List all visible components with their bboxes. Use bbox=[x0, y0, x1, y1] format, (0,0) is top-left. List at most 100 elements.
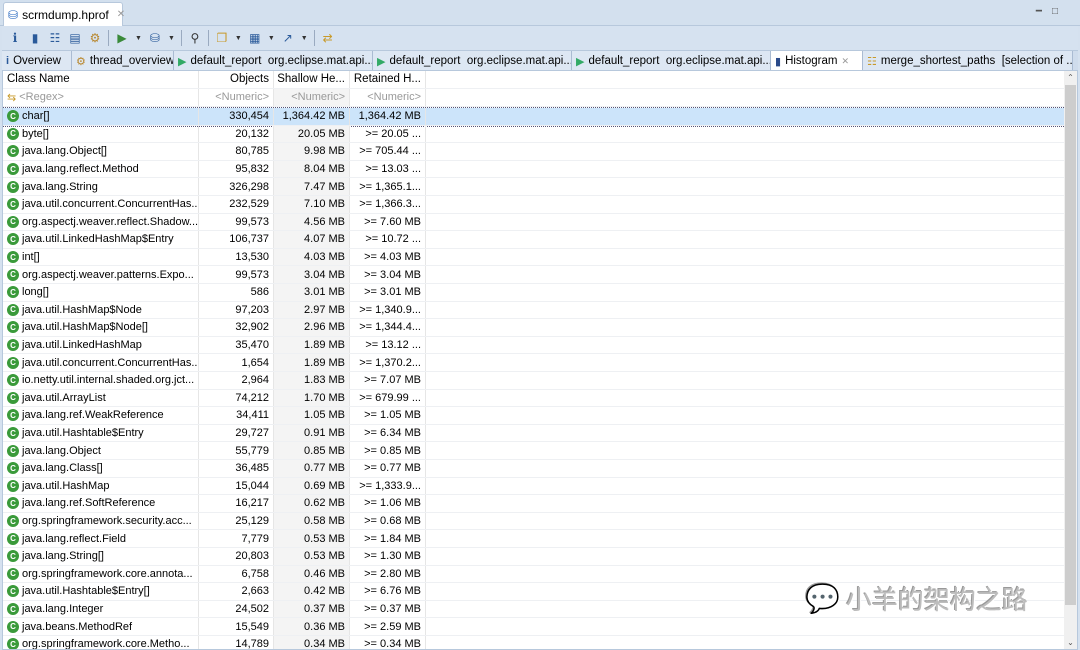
table-row[interactable]: Cjava.util.concurrent.ConcurrentHas... 1,… bbox=[3, 354, 1065, 372]
class-icon: C bbox=[7, 374, 19, 387]
group-by-icon[interactable]: ❐ bbox=[215, 31, 229, 45]
close-icon[interactable]: ✕ bbox=[117, 9, 125, 20]
chevron-down-icon[interactable]: ▼ bbox=[268, 35, 275, 42]
separator bbox=[180, 30, 182, 46]
cell-text: 13,530 bbox=[235, 251, 269, 264]
table-row[interactable]: Cjava.lang.String 326,298 7.47 MB >= 1,365.… bbox=[3, 178, 1065, 196]
table-row[interactable]: Cint[] 13,530 4.03 MB >= 4.03 MB bbox=[3, 248, 1065, 267]
table-row[interactable]: Cjava.beans.MethodRef 15,549 0.36 MB >= 2.5… bbox=[3, 618, 1065, 636]
dominator-tree-icon[interactable]: ☷ bbox=[48, 31, 62, 45]
chevron-down-icon[interactable]: ▼ bbox=[235, 35, 242, 42]
retained-heap-cell: >= 1,340.9... bbox=[350, 301, 426, 319]
table-row[interactable]: Cjava.lang.ref.SoftReference 16,217 0.62 M… bbox=[3, 495, 1065, 513]
tab-default-report-1[interactable]: ▶ default_report org.eclipse.mat.api... bbox=[174, 51, 373, 71]
column-header-class-name[interactable]: Class Name bbox=[3, 71, 199, 88]
close-icon[interactable]: ✕ bbox=[841, 56, 849, 67]
shallow-heap-cell: 3.04 MB bbox=[274, 266, 350, 283]
cell-text: java.lang.Class[] bbox=[22, 462, 103, 475]
chevron-down-icon[interactable]: ▼ bbox=[301, 35, 308, 42]
table-row[interactable]: Cjava.util.LinkedHashMap$Entry 106,737 4.0… bbox=[3, 231, 1065, 249]
class-icon: C bbox=[7, 620, 19, 633]
histogram-icon[interactable]: ▮ bbox=[28, 31, 42, 45]
table-row[interactable]: Cchar[] 330,454 1,364.42 MB 1,364.42 MB bbox=[3, 107, 1066, 127]
objects-cell: 586 bbox=[199, 284, 274, 301]
shallow-heap-cell: 7.47 MB bbox=[274, 178, 350, 195]
table-row[interactable]: Cjava.lang.ref.WeakReference 34,411 1.05 M… bbox=[3, 407, 1065, 425]
tab-merge-shortest-paths[interactable]: ☷ merge_shortest_paths [selection of ... bbox=[863, 51, 1073, 71]
retained-heap-cell: >= 679.99 ... bbox=[350, 389, 426, 407]
separator bbox=[108, 30, 109, 46]
scroll-up-icon[interactable]: ⌃ bbox=[1064, 73, 1077, 82]
cell-text: java.lang.String bbox=[22, 180, 98, 193]
class-name-cell: Cjava.lang.Class[] bbox=[3, 460, 199, 477]
export-icon[interactable]: ↗ bbox=[281, 31, 295, 45]
filter-row: ⇆ <Regex> <Numeric> <Numeric> <Numeric> bbox=[3, 89, 1065, 107]
table-row[interactable]: Cjava.lang.Object[] 80,785 9.98 MB >= 705.4… bbox=[3, 143, 1065, 161]
shallow-heap-cell: 4.56 MB bbox=[274, 213, 350, 231]
tab-label: thread_overview bbox=[89, 55, 174, 67]
table-row[interactable]: Clong[] 586 3.01 MB >= 3.01 MB bbox=[3, 284, 1065, 302]
chevron-down-icon[interactable]: ▼ bbox=[168, 35, 175, 42]
thread-gear-icon[interactable]: ⚙ bbox=[88, 31, 102, 45]
table-row[interactable]: Cjava.util.ArrayList 74,212 1.70 MB >= 679.… bbox=[3, 389, 1065, 408]
tab-default-report-2[interactable]: ▶ default_report org.eclipse.mat.api... bbox=[373, 51, 572, 71]
file-tab[interactable]: ⛁ scrmdump.hprof ✕ bbox=[3, 2, 125, 26]
objects-cell: 24,502 bbox=[199, 600, 274, 618]
maximize-button[interactable]: □ bbox=[1052, 6, 1058, 17]
shallow-heap-filter[interactable]: <Numeric> bbox=[274, 89, 350, 106]
table-row[interactable]: Cjava.lang.Class[] 36,485 0.77 MB >= 0.77 M… bbox=[3, 460, 1065, 478]
cell-text: 1,364.42 MB bbox=[358, 110, 421, 123]
tab-histogram[interactable]: ▮ Histogram ✕ bbox=[771, 51, 863, 71]
info-icon[interactable]: i bbox=[8, 31, 22, 45]
shallow-heap-cell: 0.53 MB bbox=[274, 548, 350, 565]
table-row[interactable]: Corg.aspectj.weaver.reflect.Shadow... 99,… bbox=[3, 213, 1065, 232]
scrollbar-thumb[interactable] bbox=[1065, 85, 1076, 605]
scroll-down-icon[interactable]: ⌄ bbox=[1064, 638, 1077, 647]
calculator-icon[interactable]: ▦ bbox=[248, 31, 262, 45]
retained-heap-filter[interactable]: <Numeric> bbox=[350, 89, 426, 106]
table-row[interactable]: Cjava.lang.Object 55,779 0.85 MB >= 0.85 MB bbox=[3, 442, 1065, 460]
cell-text: >= 705.44 ... bbox=[359, 145, 421, 158]
compare-icon[interactable]: ⇄ bbox=[321, 31, 335, 45]
query-browser-icon[interactable]: ⛁ bbox=[148, 31, 162, 45]
minimize-button[interactable]: ━ bbox=[1036, 6, 1042, 17]
cell-text: 9.98 MB bbox=[304, 145, 345, 158]
tab-default-report-3[interactable]: ▶ default_report org.eclipse.mat.api... bbox=[572, 51, 771, 71]
run-report-icon[interactable]: ▶ bbox=[115, 31, 129, 45]
objects-cell: 6,758 bbox=[199, 565, 274, 583]
objects-filter[interactable]: <Numeric> bbox=[199, 89, 274, 106]
table-row[interactable]: Cjava.util.LinkedHashMap 35,470 1.89 MB >= … bbox=[3, 336, 1065, 355]
table-row[interactable]: Cjava.util.Hashtable$Entry 29,727 0.91 MB >… bbox=[3, 424, 1065, 443]
cell-text: >= 1,340.9... bbox=[359, 303, 421, 316]
cell-text: java.util.HashMap$Node bbox=[22, 303, 142, 316]
table-row[interactable]: Cjava.util.HashMap$Node 97,203 2.97 MB >= 1… bbox=[3, 301, 1065, 320]
objects-cell: 106,737 bbox=[199, 231, 274, 248]
table-row[interactable]: Cbyte[] 20,132 20.05 MB >= 20.05 ... bbox=[3, 125, 1065, 144]
oql-icon[interactable]: ▤ bbox=[68, 31, 82, 45]
chevron-down-icon[interactable]: ▼ bbox=[135, 35, 142, 42]
objects-cell: 232,529 bbox=[199, 196, 274, 213]
objects-cell: 15,044 bbox=[199, 477, 274, 495]
vertical-scrollbar[interactable]: ⌃ ⌄ bbox=[1064, 71, 1077, 649]
column-header-retained-heap[interactable]: Retained H... bbox=[350, 71, 426, 88]
table-row[interactable]: Corg.springframework.security.acc... 25,1… bbox=[3, 512, 1065, 531]
table-row[interactable]: Cjava.lang.reflect.Method 95,832 8.04 MB >=… bbox=[3, 160, 1065, 179]
column-header-shallow-heap[interactable]: Shallow He... bbox=[274, 71, 350, 88]
table-row[interactable]: Corg.springframework.core.Metho... 14,789… bbox=[3, 636, 1065, 649]
table-row[interactable]: Cjava.util.HashMap$Node[] 32,902 2.96 MB >=… bbox=[3, 319, 1065, 337]
table-row[interactable]: Cjava.lang.reflect.Field 7,779 0.53 MB >= 1… bbox=[3, 530, 1065, 548]
class-icon: C bbox=[7, 391, 19, 404]
class-name-filter[interactable]: ⇆ <Regex> bbox=[3, 89, 199, 106]
column-header-objects[interactable]: Objects bbox=[199, 71, 274, 88]
table-row[interactable]: Corg.aspectj.weaver.patterns.Expo... 99,5… bbox=[3, 266, 1065, 284]
table-row[interactable]: Cio.netty.util.internal.shaded.org.jct..… bbox=[3, 372, 1065, 390]
search-icon[interactable]: ⚲ bbox=[188, 31, 202, 45]
class-name-cell: Cjava.lang.reflect.Field bbox=[3, 530, 199, 547]
class-name-cell: Cchar[] bbox=[3, 108, 199, 125]
class-icon: C bbox=[7, 479, 19, 492]
table-row[interactable]: Cjava.util.concurrent.ConcurrentHas... 23… bbox=[3, 196, 1065, 214]
table-row[interactable]: Cjava.util.HashMap 15,044 0.69 MB >= 1,333.… bbox=[3, 477, 1065, 496]
table-row[interactable]: Cjava.lang.String[] 20,803 0.53 MB >= 1.30 … bbox=[3, 548, 1065, 566]
tab-overview[interactable]: i Overview bbox=[2, 51, 72, 71]
tab-thread-overview[interactable]: ⚙ thread_overview bbox=[72, 51, 174, 71]
